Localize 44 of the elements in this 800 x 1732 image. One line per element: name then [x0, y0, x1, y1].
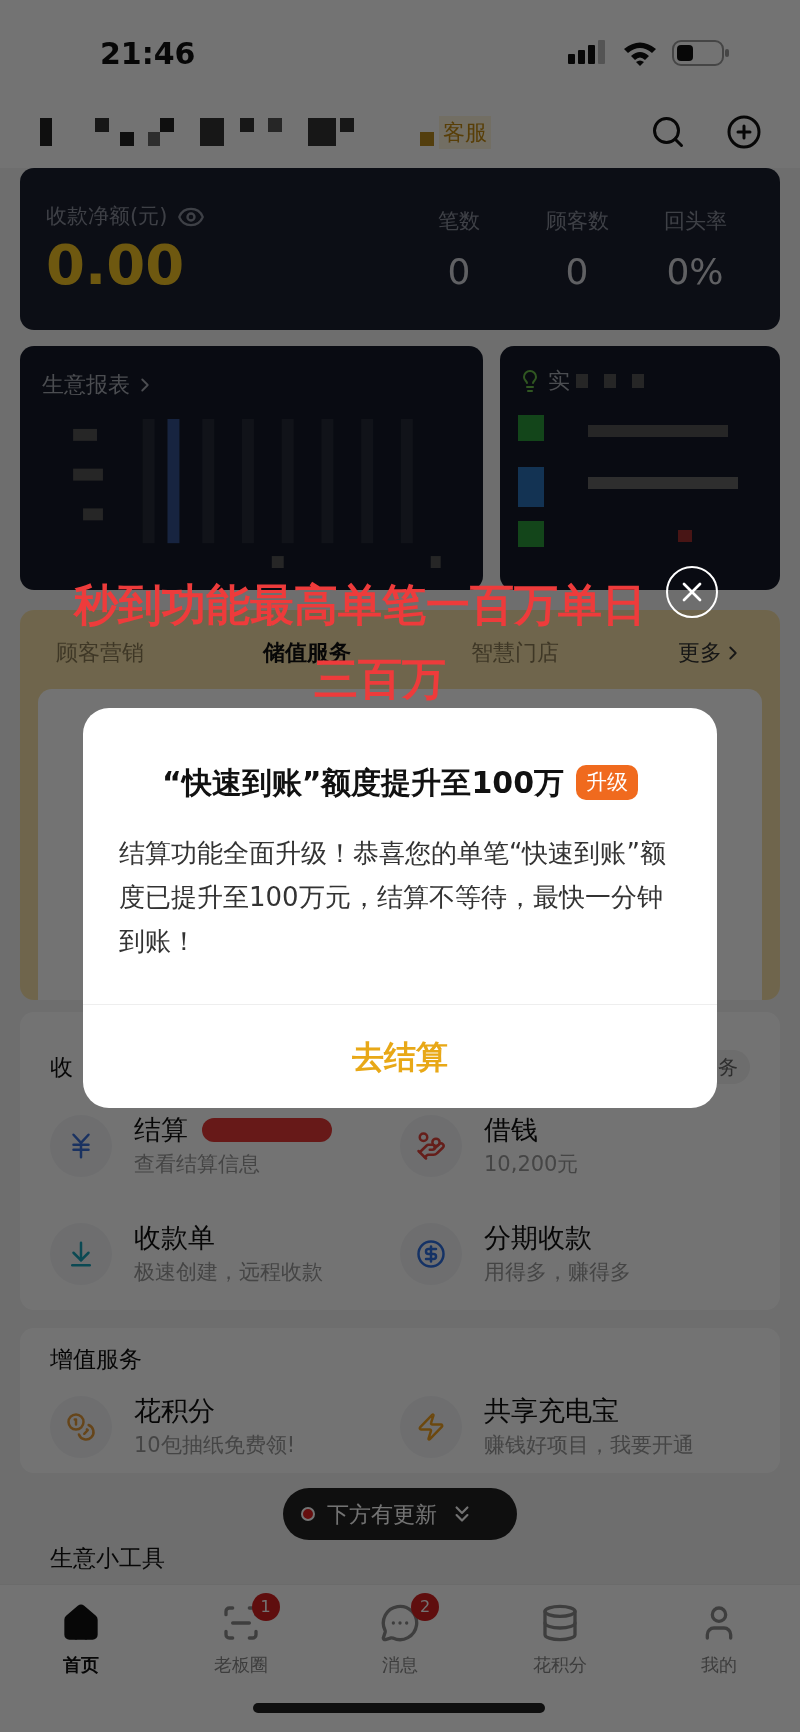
wifi-icon — [622, 40, 658, 66]
pixel-block — [271, 556, 284, 568]
service-title[interactable]: 收款单 — [134, 1222, 215, 1254]
stat-value: 0 — [565, 251, 589, 292]
lightning-icon — [416, 1411, 446, 1442]
service-title[interactable]: 分期收款 — [484, 1222, 592, 1254]
modal-title: “快速到账”额度提升至100万 — [161, 764, 565, 802]
section-title: 增值服务 — [50, 1345, 143, 1374]
service-title[interactable]: 共享充电宝 — [484, 1394, 619, 1427]
pixelated-text — [576, 373, 646, 388]
amount-value: 0.00 — [46, 232, 186, 297]
chat-icon — [380, 1603, 420, 1643]
upgrade-tag: 升级 — [576, 764, 639, 801]
modal-message: 结算功能全面升级！恭喜您的单笔“快速到账”额度已提升至100万元，结算不等待，最快一分钟到账！ — [118, 837, 667, 958]
close-button[interactable] — [666, 566, 718, 618]
home-icon — [61, 1603, 101, 1643]
signal-icon — [568, 40, 608, 66]
count-badge: 1 — [251, 1593, 280, 1621]
tab-bar-item[interactable]: 首页 — [26, 1593, 136, 1678]
pixel-block — [430, 556, 441, 568]
report-title[interactable]: 生意报表 — [42, 368, 130, 401]
pixel-block — [73, 468, 103, 481]
stat-value: 0 — [447, 251, 471, 292]
stat-value: 0% — [666, 251, 724, 292]
money-bag-icon — [416, 1131, 446, 1161]
pixel-block — [73, 428, 97, 441]
pixel-block — [83, 508, 103, 521]
more-link[interactable]: 更多 — [678, 636, 722, 669]
coin-stack-icon — [66, 1411, 96, 1442]
live-title: 实 — [548, 367, 570, 395]
add-icon[interactable] — [726, 114, 762, 150]
settle-button[interactable]: 去结算 — [332, 1032, 468, 1081]
status-time: 21:46 — [100, 34, 196, 73]
battery-icon — [672, 39, 730, 67]
customer-service-link[interactable]: 客服 — [439, 115, 491, 149]
service-title[interactable]: 花积分 — [134, 1394, 215, 1427]
section-title: 生意小工具 — [50, 1545, 165, 1571]
count-badge: 2 — [411, 1593, 439, 1621]
update-pill[interactable]: 下方有更新 — [283, 1488, 517, 1540]
coin-icon — [416, 1239, 446, 1269]
section-title: 收 — [50, 1052, 73, 1082]
search-icon[interactable] — [650, 114, 686, 150]
service-title[interactable]: 借钱 — [484, 1114, 538, 1146]
service-title[interactable]: 结算 — [134, 1114, 188, 1146]
